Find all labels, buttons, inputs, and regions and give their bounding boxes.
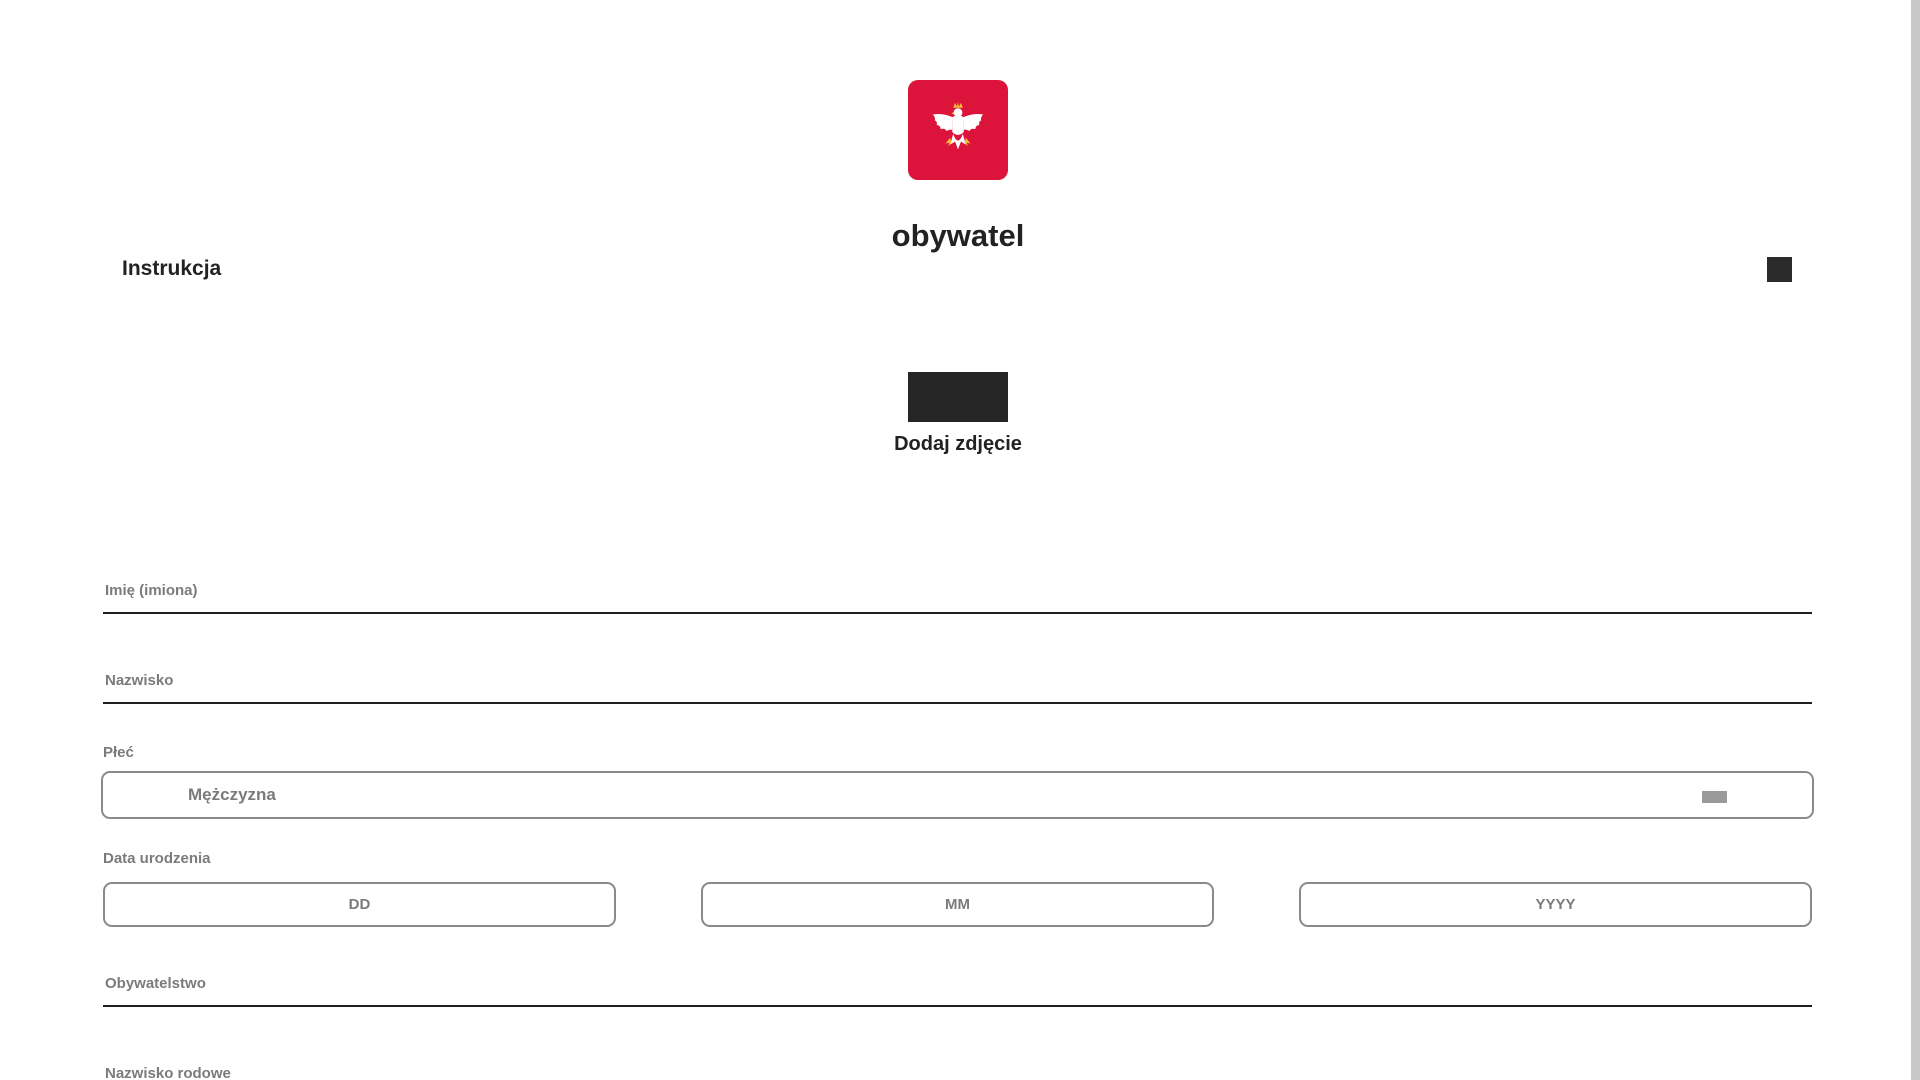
- app-logo: [908, 80, 1008, 180]
- birth-year-field[interactable]: [1299, 882, 1812, 927]
- first-name-field[interactable]: Imię (imiona): [103, 562, 1812, 614]
- birth-month-input[interactable]: [703, 884, 1212, 925]
- birth-month-field[interactable]: [701, 882, 1214, 927]
- page: obywatel Instrukcja Dodaj zdjęcie Imię (…: [0, 0, 1920, 1080]
- birth-date-label: Data urodzenia: [103, 850, 211, 867]
- citizenship-input[interactable]: [103, 955, 1812, 1005]
- gender-select[interactable]: Mężczyzna: [101, 771, 1814, 819]
- photo-placeholder[interactable]: [908, 372, 1008, 422]
- birth-day-field[interactable]: [103, 882, 616, 927]
- birth-day-input[interactable]: [105, 884, 614, 925]
- instructions-link[interactable]: Instrukcja: [122, 257, 221, 281]
- maiden-name-field[interactable]: Nazwisko rodowe: [103, 1045, 1812, 1080]
- square-toggle-icon[interactable]: [1767, 257, 1792, 282]
- first-name-input[interactable]: [103, 562, 1812, 612]
- maiden-name-input[interactable]: [103, 1045, 1812, 1080]
- vertical-scrollbar[interactable]: [1911, 0, 1920, 1080]
- gender-label: Płeć: [103, 744, 134, 761]
- add-photo-button[interactable]: Dodaj zdjęcie: [0, 433, 1916, 456]
- chevron-down-icon: [1702, 791, 1727, 803]
- eagle-emblem-icon: [932, 101, 984, 150]
- app-title: obywatel: [891, 218, 1025, 253]
- birth-year-input[interactable]: [1301, 884, 1810, 925]
- last-name-input[interactable]: [103, 652, 1812, 702]
- citizenship-field[interactable]: Obywatelstwo: [103, 955, 1812, 1007]
- last-name-field[interactable]: Nazwisko: [103, 652, 1812, 704]
- gender-selected-value: Mężczyzna: [188, 785, 276, 804]
